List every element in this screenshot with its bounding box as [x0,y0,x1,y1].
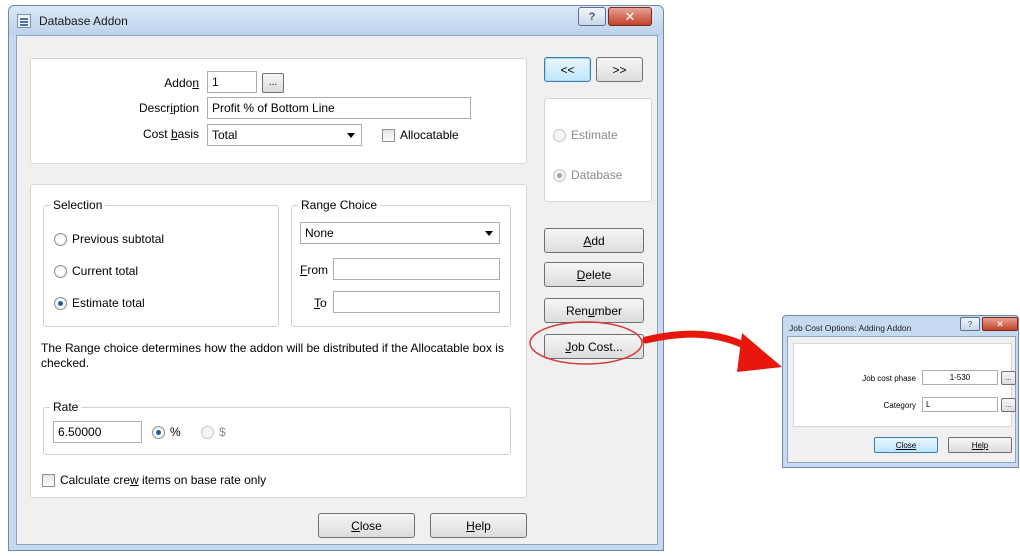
job-cost-client-area: Job cost phase 1-530 ... Category L ... … [787,336,1016,463]
annotation-overlay [529,321,782,372]
highlight-ellipse [529,321,643,365]
category-input[interactable]: L [922,397,998,412]
job-cost-options-dialog: Job Cost Options: Adding Addon ? ✕ Job c… [782,315,1019,468]
job-cost-close-titlebar-button[interactable]: ✕ [982,317,1018,331]
pointer-arrow-head [737,333,782,372]
pointer-arrow-shaft [642,330,754,352]
job-cost-dialog-title: Job Cost Options: Adding Addon [789,323,912,333]
category-browse-button[interactable]: ... [1001,398,1016,412]
job-cost-phase-input[interactable]: 1-530 [922,370,998,385]
category-label: Category [883,401,916,410]
job-cost-help-button[interactable]: Help [948,437,1012,453]
job-cost-phase-browse-button[interactable]: ... [1001,371,1016,385]
job-cost-phase-label: Job cost phase [862,374,916,383]
job-cost-panel: Job cost phase 1-530 ... Category L ... [793,343,1016,427]
job-cost-close-button[interactable]: Close [874,437,938,453]
job-cost-help-titlebar-button[interactable]: ? [960,317,980,331]
